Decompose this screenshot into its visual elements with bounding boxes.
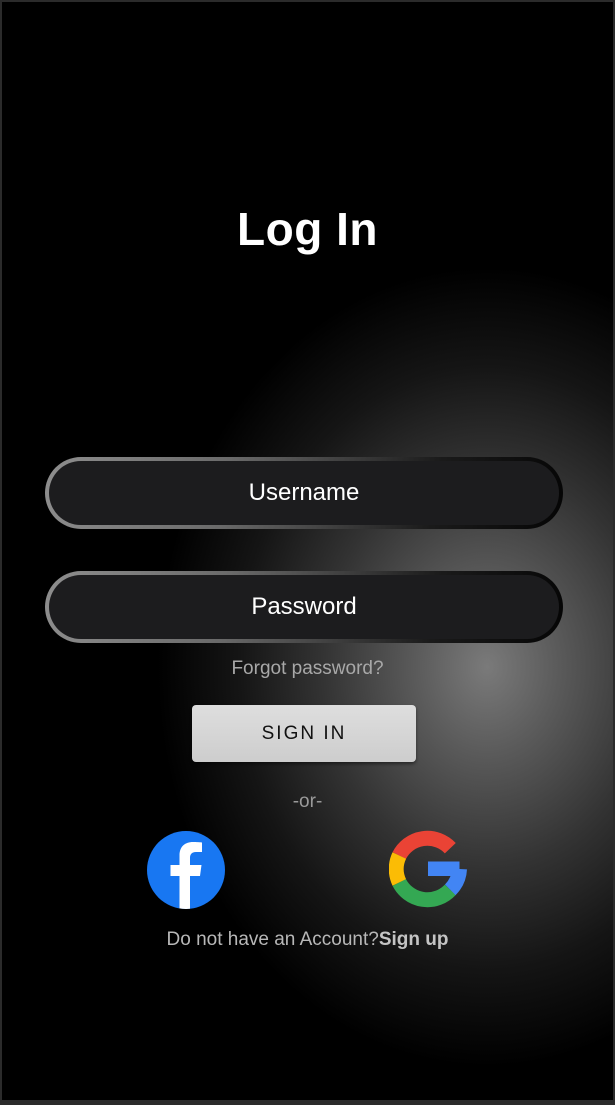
password-placeholder: Password <box>251 593 357 620</box>
google-icon[interactable] <box>388 830 467 908</box>
page-title: Log In <box>237 203 378 255</box>
password-field[interactable]: Password <box>45 571 563 643</box>
or-divider: -or- <box>292 791 323 812</box>
sign-in-label: SIGN IN <box>261 722 347 744</box>
forgot-password-link[interactable]: Forgot password? <box>2 658 613 680</box>
sign-in-button[interactable]: SIGN IN <box>192 705 416 762</box>
facebook-icon[interactable] <box>146 830 226 910</box>
no-account-text: Do not have an Account? <box>166 929 379 950</box>
username-placeholder: Username <box>248 479 360 506</box>
signup-prompt: Do not have an Account?Sign up <box>2 929 613 951</box>
username-field[interactable]: Username <box>45 457 563 529</box>
sign-up-link[interactable]: Sign up <box>379 929 449 950</box>
login-screen: Log In Username Password Forgot password… <box>2 2 613 1100</box>
